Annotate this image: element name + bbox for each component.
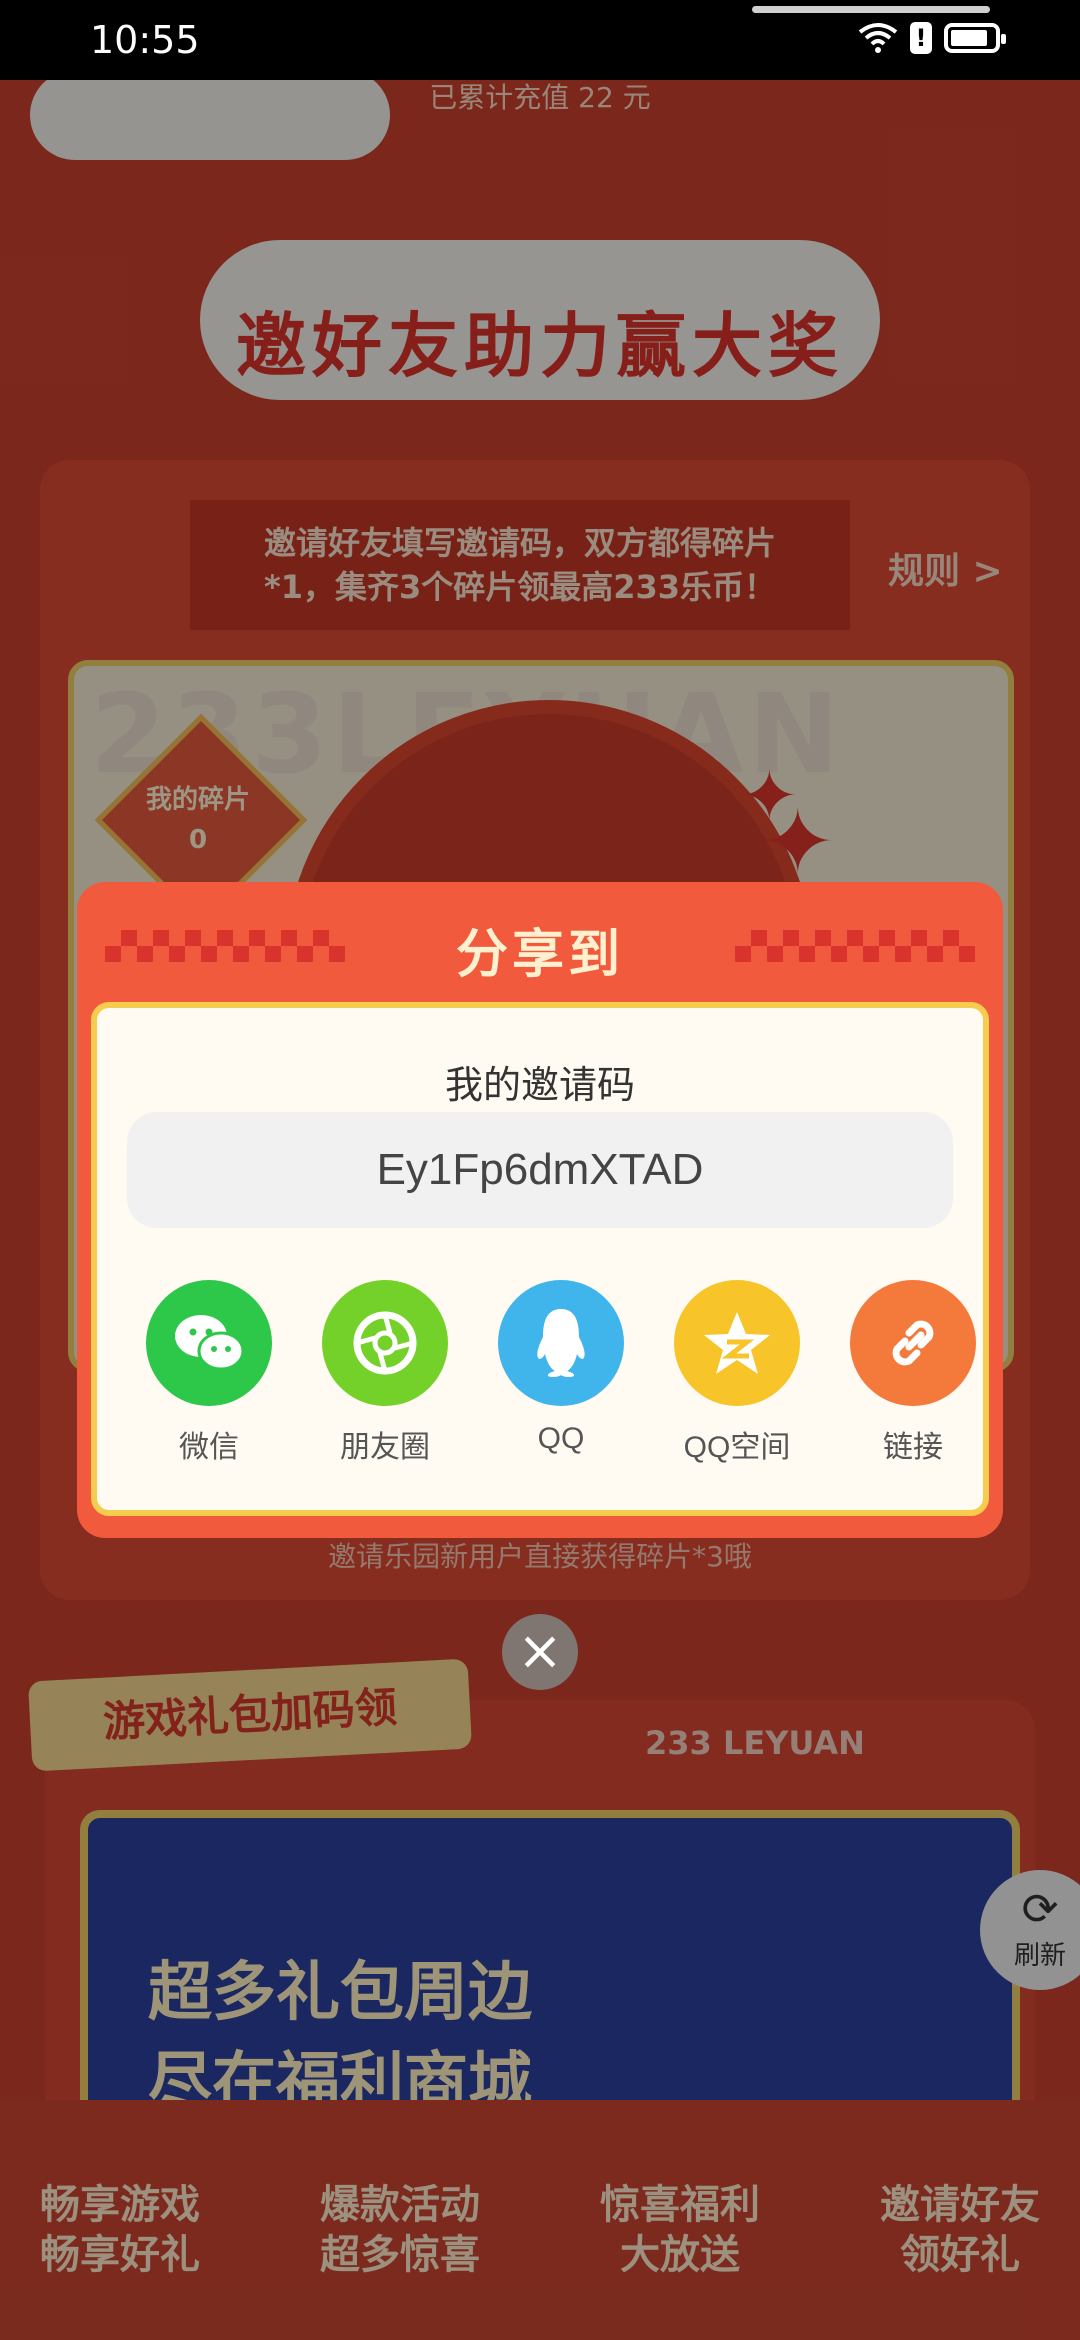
moments-icon	[322, 1280, 448, 1406]
share-dialog: 分享到 我的邀请码 Ey1Fp6dmXTAD 微信 朋友圈 QQ QQ空间 链接	[77, 882, 1003, 1538]
qzone-icon	[674, 1280, 800, 1406]
status-icons: !	[858, 22, 1006, 54]
dialog-body: 我的邀请码 Ey1Fp6dmXTAD 微信 朋友圈 QQ QQ空间 链接	[91, 1002, 989, 1516]
invite-code-field[interactable]: Ey1Fp6dmXTAD	[127, 1112, 953, 1228]
share-moments[interactable]: 朋友圈	[305, 1280, 465, 1466]
share-label: 微信	[179, 1431, 239, 1464]
alert-icon: !	[910, 22, 932, 54]
share-qq[interactable]: QQ	[481, 1280, 641, 1456]
wifi-icon	[858, 23, 898, 53]
battery-icon	[944, 23, 1006, 53]
share-label: QQ	[537, 1422, 585, 1455]
share-qzone[interactable]: QQ空间	[657, 1280, 817, 1466]
wechat-icon	[146, 1280, 272, 1406]
share-wechat[interactable]: 微信	[129, 1280, 289, 1466]
dialog-title: 分享到	[455, 925, 624, 985]
status-bar: 10:55 !	[0, 0, 1080, 80]
close-icon[interactable]: ×	[502, 1614, 578, 1690]
share-label: QQ空间	[683, 1431, 791, 1464]
share-label: 朋友圈	[340, 1431, 430, 1464]
link-icon	[850, 1280, 976, 1406]
status-time: 10:55	[90, 18, 200, 62]
share-label: 链接	[883, 1431, 943, 1464]
invite-code-label: 我的邀请码	[444, 1063, 635, 1107]
qq-icon	[498, 1280, 624, 1406]
notch-indicator	[752, 6, 990, 13]
share-link[interactable]: 链接	[833, 1280, 993, 1466]
